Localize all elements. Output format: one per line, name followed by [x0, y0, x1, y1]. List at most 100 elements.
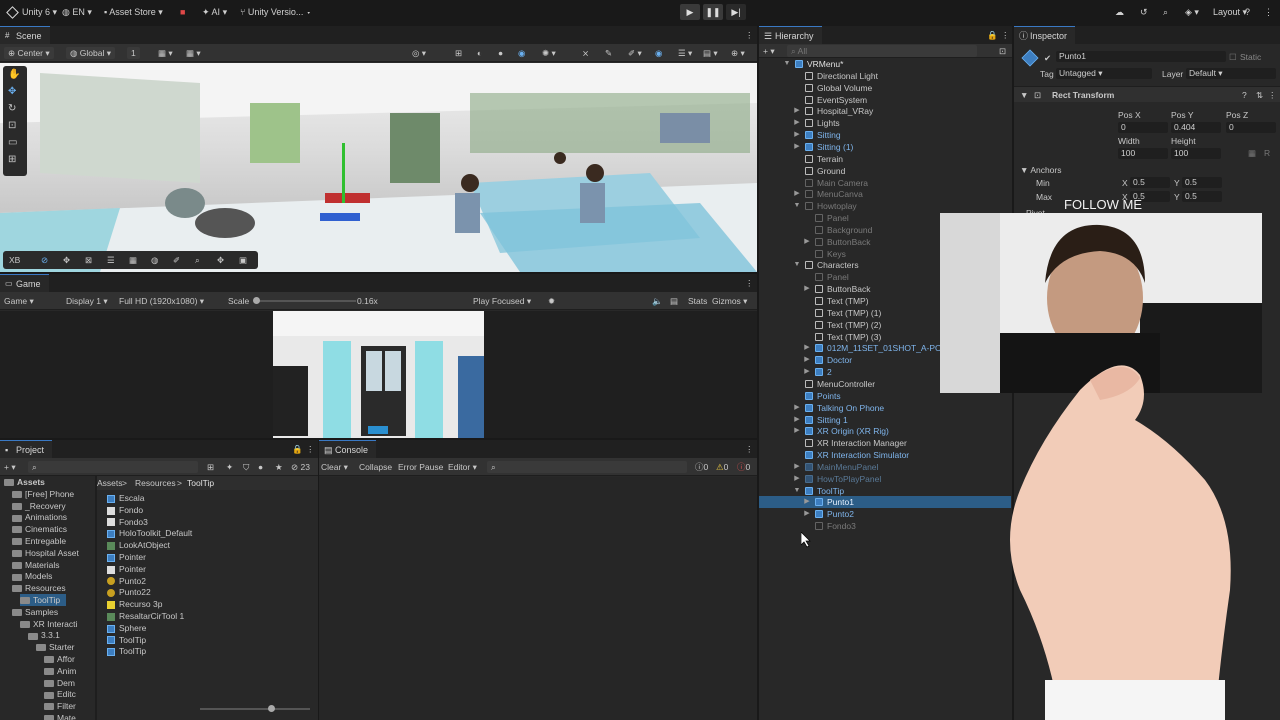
raw-edit-icon[interactable]: R — [1264, 148, 1270, 158]
breadcrumb-tooltip[interactable]: ToolTip — [187, 477, 214, 489]
collapse-arrow-icon[interactable]: ▶ — [803, 366, 811, 378]
project-folder-item[interactable]: _Recovery — [12, 500, 66, 512]
project-folder-item[interactable]: XR Interacti — [20, 618, 77, 630]
ai-dropdown[interactable]: ✦ AI ▾ — [202, 5, 227, 19]
expand-arrow-icon[interactable]: ▼ — [793, 485, 801, 497]
shading-wire-icon[interactable]: ◐ — [477, 47, 482, 59]
hierarchy-item[interactable]: ▶ Sitting 1 — [759, 414, 1011, 426]
project-file-item[interactable]: ResaltarCirTool 1 — [107, 610, 184, 622]
tab-project[interactable]: ▪ Project — [0, 440, 53, 458]
tab-hierarchy[interactable]: ☰ Hierarchy — [759, 26, 822, 44]
view-tool-icon[interactable]: ✋ — [8, 69, 20, 81]
mute-icon[interactable]: 🔈 — [652, 295, 663, 307]
expand-arrow-icon[interactable]: ▼ — [793, 259, 801, 271]
object-name-field[interactable]: Punto1 — [1056, 51, 1226, 62]
collapse-arrow-icon[interactable]: ▶ — [793, 188, 801, 200]
filter-type-icon[interactable]: ⊞ — [207, 461, 214, 473]
stats-button[interactable]: Stats — [688, 295, 707, 307]
rect-transform-header[interactable]: ▼ ⊡ Rect Transform ? ⇅ ⋮ — [1014, 86, 1280, 102]
search-icon[interactable]: ⌕ — [1163, 5, 1168, 19]
hierarchy-lock-icon[interactable]: 🔒 — [987, 29, 998, 41]
hierarchy-item[interactable]: ▶ Hospital_VRay — [759, 105, 1011, 117]
project-folder-item[interactable]: Hospital Asset — [12, 547, 79, 559]
warn-filter[interactable]: ⚠0 — [716, 461, 728, 473]
hierarchy-item[interactable]: ▼ Howtoplay — [759, 200, 1011, 212]
collapse-arrow-icon[interactable]: ▶ — [793, 473, 801, 485]
gizmo-toggle-icon[interactable]: ◎ ▾ — [412, 47, 426, 59]
hierarchy-item[interactable]: ▶ Talking On Phone — [759, 402, 1011, 414]
project-folder-item[interactable]: Materials — [12, 559, 59, 571]
tag-dropdown[interactable]: Untagged ▾ — [1056, 68, 1152, 79]
step-button[interactable]: ▶| — [726, 4, 746, 20]
expand-arrow-icon[interactable]: ▼ — [783, 58, 791, 70]
overlay-tool-1-icon[interactable]: ⊘ — [41, 254, 48, 266]
collapse-arrow-icon[interactable]: ▶ — [803, 342, 811, 354]
favorite-icon[interactable]: ★ — [275, 461, 283, 473]
component-settings-icon[interactable]: ⇅ — [1256, 90, 1263, 101]
layers-dropdown[interactable]: ◈ ▾ — [1185, 5, 1199, 19]
overlay-tool-2-icon[interactable]: ✥ — [63, 254, 70, 266]
hierarchy-item[interactable]: ▶ MainMenuPanel — [759, 461, 1011, 473]
clear-dropdown[interactable]: Clear ▾ — [321, 461, 348, 473]
scene-viewport[interactable]: ✋ ✥ ↻ ⊡ ▭ ⊞ XB ⊘ ✥ ⊠ ☰ ▦ ◍ ✐ ⌕ ✥ ▣ — [0, 63, 757, 272]
project-folder-item[interactable]: Cinematics — [12, 523, 67, 535]
game-menu-icon[interactable]: ⋮ — [745, 277, 754, 289]
project-folder-item[interactable]: Filter — [44, 700, 76, 712]
project-file-item[interactable]: Recurso 3p — [107, 598, 162, 610]
game-viewport[interactable] — [0, 311, 757, 438]
game-mode-dropdown[interactable]: Game ▾ — [4, 295, 34, 307]
collapse-arrow-icon[interactable]: ▶ — [803, 236, 811, 248]
project-folder-item[interactable]: Starter — [36, 641, 75, 653]
collapse-arrow-icon[interactable]: ▶ — [793, 129, 801, 141]
layer-dropdown[interactable]: Default ▾ — [1186, 68, 1276, 79]
anchor-min-y-field[interactable]: 0.5 — [1182, 177, 1222, 188]
project-folder-item[interactable]: Anim — [44, 665, 76, 677]
posz-field[interactable]: 0 — [1226, 122, 1276, 133]
collapse-arrow-icon[interactable]: ▶ — [803, 508, 811, 520]
project-file-item[interactable]: Pointer — [107, 551, 146, 563]
version-control-dropdown[interactable]: ⑂ Unity Versio... ▾ — [240, 5, 311, 19]
collapse-arrow-icon[interactable]: ▶ — [793, 105, 801, 117]
anchor-max-y-field[interactable]: 0.5 — [1182, 191, 1222, 202]
project-folder-item[interactable]: 3.3.1 — [28, 629, 60, 641]
bug-icon[interactable]: ✹ — [548, 295, 555, 307]
project-folder-item[interactable]: Animations — [12, 511, 67, 523]
hierarchy-item[interactable]: ▶ HowToPlayPanel — [759, 473, 1011, 485]
project-file-item[interactable]: Punto2 — [107, 575, 146, 587]
hierarchy-item[interactable]: ▶ Sitting (1) — [759, 141, 1011, 153]
cloud-icon[interactable]: ☁ — [1115, 5, 1124, 19]
scale-slider-handle[interactable] — [253, 297, 260, 304]
hierarchy-item[interactable]: ▶ Sitting — [759, 129, 1011, 141]
snap-icon[interactable]: ▦ ▾ — [186, 47, 201, 59]
scale-tool-icon[interactable]: ⊡ — [8, 120, 16, 132]
collapse-button[interactable]: Collapse — [359, 461, 392, 473]
expand-arrow-icon[interactable]: ▼ — [793, 200, 801, 212]
unity-account-button[interactable]: Unity 6 ▾ — [6, 5, 57, 19]
camera-settings-icon[interactable]: ▤ ▾ — [703, 47, 718, 59]
project-folder-item[interactable]: ToolTip — [20, 594, 67, 606]
record-icon[interactable]: ■ — [180, 5, 185, 19]
project-folder-item[interactable]: Affor — [44, 653, 75, 665]
lighting-icon[interactable]: ✺ ▾ — [542, 47, 556, 59]
active-checkbox[interactable]: ✔ — [1044, 53, 1051, 64]
rotate-tool-icon[interactable]: ↻ — [8, 103, 16, 115]
tab-game[interactable]: ▭ Game — [0, 274, 49, 292]
project-folder-item[interactable]: Entregable — [12, 535, 66, 547]
language-dropdown[interactable]: ◍ EN ▾ — [62, 5, 92, 19]
collapse-arrow-icon[interactable]: ▶ — [793, 425, 801, 437]
effects-icon[interactable]: ✎ — [605, 47, 612, 59]
overlay-tool-6-icon[interactable]: ◍ — [151, 254, 158, 266]
project-folder-item[interactable]: Mate — [44, 712, 76, 720]
component-menu-icon[interactable]: ⋮ — [1268, 90, 1277, 101]
hierarchy-item[interactable]: Terrain — [759, 153, 1011, 165]
asset-store-dropdown[interactable]: ▪ Asset Store ▾ — [104, 5, 163, 19]
tab-scene[interactable]: # Scene — [0, 26, 50, 44]
help-icon[interactable]: ? — [1245, 5, 1250, 19]
overlay-tool-10-icon[interactable]: ▣ — [239, 254, 247, 266]
filter-icon[interactable]: ⛉ — [243, 461, 249, 473]
project-file-item[interactable]: ToolTip — [107, 645, 146, 657]
static-checkbox[interactable]: ☐ — [1229, 52, 1237, 63]
error-filter[interactable]: ⓘ0 — [737, 461, 750, 473]
layers-icon[interactable]: ☰ ▾ — [678, 47, 692, 59]
posx-field[interactable]: 0 — [1118, 122, 1168, 133]
